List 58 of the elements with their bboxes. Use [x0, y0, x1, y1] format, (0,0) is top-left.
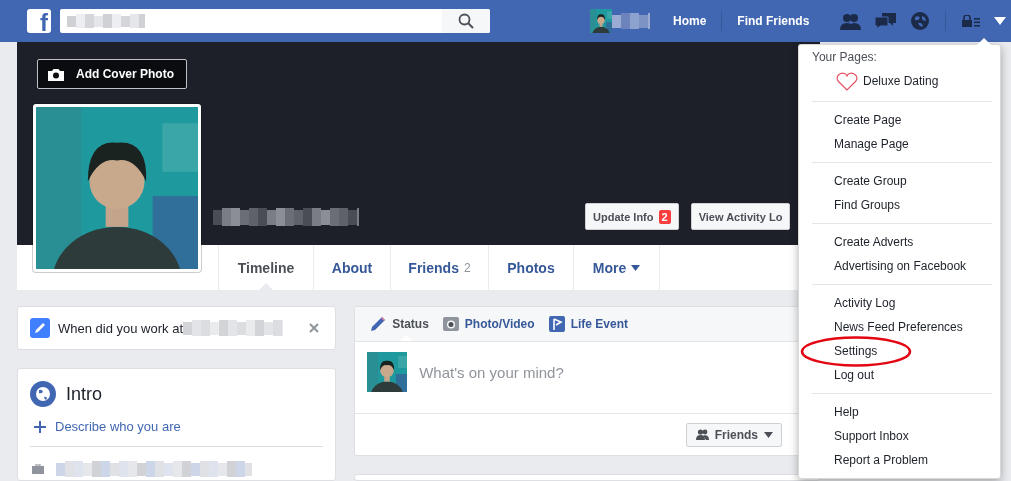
profile-tab[interactable]: More: [573, 245, 660, 290]
composer-tab[interactable]: Status: [370, 307, 429, 341]
notification-badge: 2: [658, 209, 671, 224]
menu-item[interactable]: News Feed Preferences: [812, 315, 992, 339]
briefcase-icon: [32, 464, 44, 474]
messages-icon[interactable]: [875, 12, 898, 30]
menu-item[interactable]: Manage Page: [812, 132, 992, 156]
globe-icon: [30, 381, 56, 407]
prompt-text: When did you work at: [58, 320, 183, 336]
profile-tab[interactable]: Photos: [488, 245, 573, 290]
close-icon[interactable]: [309, 323, 320, 333]
caret-icon[interactable]: [994, 17, 1007, 25]
search-icon: [458, 13, 474, 29]
lock-icon[interactable]: [962, 15, 981, 27]
menu-item[interactable]: Create Adverts: [812, 230, 992, 254]
camera-icon: [48, 67, 64, 81]
add-cover-photo-button[interactable]: Add Cover Photo: [37, 59, 187, 89]
menu-item[interactable]: Advertising on Facebook: [812, 254, 992, 278]
profile-tab[interactable]: Timeline: [218, 245, 313, 290]
plus-icon: [34, 420, 46, 433]
logo[interactable]: f: [27, 9, 51, 33]
flag-icon: [548, 316, 565, 332]
update-info-button[interactable]: Update Info 2: [585, 203, 679, 230]
view-activity-log-button[interactable]: View Activity Lo: [690, 203, 791, 230]
home-link[interactable]: Home: [673, 14, 707, 28]
menu-heading: Your Pages:: [811, 50, 878, 64]
describe-link[interactable]: Describe who you are: [55, 419, 181, 434]
caret-icon: [764, 431, 773, 438]
composer-tab[interactable]: Photo/Video: [442, 307, 535, 341]
heart-icon: [836, 71, 858, 91]
menu-item[interactable]: Find Groups: [812, 193, 992, 217]
composer-tab[interactable]: Life Event: [548, 307, 628, 341]
menu-item[interactable]: Support Inbox: [812, 424, 992, 448]
friend-count: 2: [463, 260, 471, 275]
page-item[interactable]: Deluxe Dating: [799, 69, 1000, 93]
menu-item[interactable]: Activity Log: [812, 291, 992, 315]
menu-item[interactable]: Create Page: [812, 108, 992, 132]
friends-icon[interactable]: [840, 12, 862, 30]
caret-icon: [631, 264, 641, 271]
menu-item[interactable]: Report a Problem: [812, 448, 992, 472]
search-button[interactable]: [442, 9, 490, 33]
camera-icon: [442, 317, 459, 331]
profile-tab[interactable]: Friends 2: [390, 245, 488, 290]
menu-item[interactable]: Create Group: [812, 169, 992, 193]
profile-tab[interactable]: About: [313, 245, 390, 290]
pencil-icon: [30, 318, 50, 338]
pencil-icon: [370, 316, 387, 332]
menu-item[interactable]: Help: [812, 400, 992, 424]
find-friends-link[interactable]: Find Friends: [737, 14, 810, 28]
audience-button[interactable]: Friends: [685, 422, 782, 447]
menu-item[interactable]: Settings: [812, 339, 992, 363]
section-title: Intro: [66, 383, 103, 405]
friends-icon: [695, 429, 709, 440]
blurred-text: [612, 13, 650, 29]
search-field[interactable]: [60, 9, 490, 33]
page-name: Deluxe Dating: [863, 74, 939, 88]
globe-icon[interactable]: [911, 12, 930, 30]
menu-item[interactable]: Log out: [812, 363, 992, 387]
